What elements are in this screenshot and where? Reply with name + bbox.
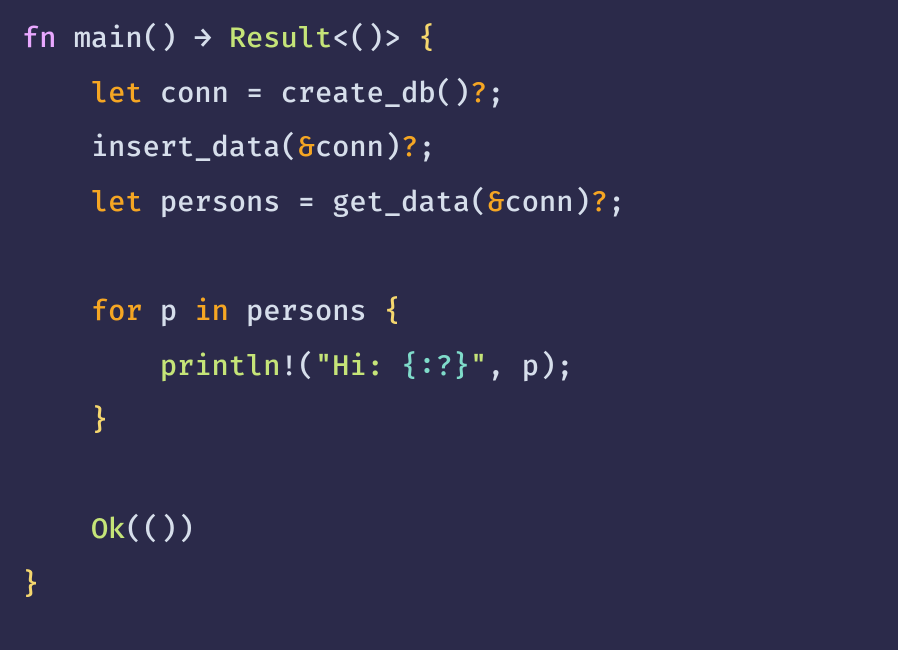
code-token: create_db — [281, 76, 436, 111]
code-token: { — [418, 21, 435, 56]
code-token — [281, 185, 298, 220]
code-token: "Hi: — [315, 349, 401, 384]
code-line: Ok(()) — [22, 503, 876, 558]
code-editor[interactable]: fn main() → Result<()> { let conn = crea… — [22, 12, 876, 613]
code-token: = — [298, 185, 315, 220]
code-token — [22, 130, 91, 165]
code-token: conn — [315, 130, 384, 165]
code-line: fn main() → Result<()> { — [22, 12, 876, 67]
code-token: Ok — [91, 512, 125, 547]
code-token: ; — [487, 76, 504, 111]
code-token: fn — [22, 21, 56, 56]
code-token: ; — [608, 185, 625, 220]
code-token — [263, 76, 280, 111]
code-token: conn — [160, 76, 229, 111]
code-token: ( — [470, 185, 487, 220]
code-token: (()) — [125, 512, 194, 547]
code-token: let — [91, 185, 143, 220]
code-token: ! — [280, 349, 297, 384]
code-token: insert_data — [91, 130, 281, 165]
code-token: ( — [280, 130, 297, 165]
code-token: ? — [591, 185, 608, 220]
code-line: println!("Hi: {:?}", p); — [22, 340, 876, 395]
code-token: } — [22, 567, 39, 602]
code-token — [143, 185, 160, 220]
code-line: let persons = get_data(&conn)?; — [22, 176, 876, 231]
code-token: println — [160, 349, 281, 384]
code-token: & — [298, 130, 315, 165]
code-token — [22, 294, 91, 329]
code-token — [22, 76, 91, 111]
code-token: , p — [487, 349, 539, 384]
code-token — [22, 512, 91, 547]
code-token — [229, 76, 246, 111]
code-token: get_data — [332, 185, 470, 220]
code-token — [143, 294, 160, 329]
code-token: for — [91, 294, 143, 329]
code-token: {:?} — [401, 349, 470, 384]
code-token: ) — [539, 349, 556, 384]
code-token: = — [246, 76, 263, 111]
code-token: ) — [384, 130, 401, 165]
code-token — [22, 349, 160, 384]
code-token: ) — [573, 185, 590, 220]
code-token — [143, 76, 160, 111]
code-token — [367, 294, 384, 329]
code-token — [212, 21, 229, 56]
code-token: persons — [160, 185, 281, 220]
code-token: ( — [298, 349, 315, 384]
code-token: () — [436, 76, 470, 111]
code-token: Result — [229, 21, 332, 56]
code-token: persons — [246, 294, 367, 329]
code-token: let — [91, 76, 143, 111]
code-token — [56, 21, 73, 56]
code-token: conn — [505, 185, 574, 220]
code-line: let conn = create_db()?; — [22, 67, 876, 122]
code-token: → — [194, 21, 211, 56]
code-token: <()> — [332, 21, 418, 56]
code-line: } — [22, 558, 876, 613]
code-token: " — [470, 349, 487, 384]
code-token: & — [487, 185, 504, 220]
code-token — [315, 185, 332, 220]
code-token: ; — [418, 130, 435, 165]
code-token: in — [194, 294, 228, 329]
code-token: } — [91, 403, 108, 438]
code-token — [229, 294, 246, 329]
code-token: { — [384, 294, 401, 329]
code-line: insert_data(&conn)?; — [22, 121, 876, 176]
code-line: for p in persons { — [22, 285, 876, 340]
code-line — [22, 230, 876, 285]
code-token: p — [160, 294, 177, 329]
code-line: } — [22, 394, 876, 449]
code-token — [177, 21, 194, 56]
code-token: main — [74, 21, 143, 56]
code-token — [22, 185, 91, 220]
code-token: ? — [470, 76, 487, 111]
code-token: () — [143, 21, 177, 56]
code-token: ? — [401, 130, 418, 165]
code-token — [177, 294, 194, 329]
code-line — [22, 449, 876, 504]
code-token: ; — [556, 349, 573, 384]
code-token — [22, 403, 91, 438]
